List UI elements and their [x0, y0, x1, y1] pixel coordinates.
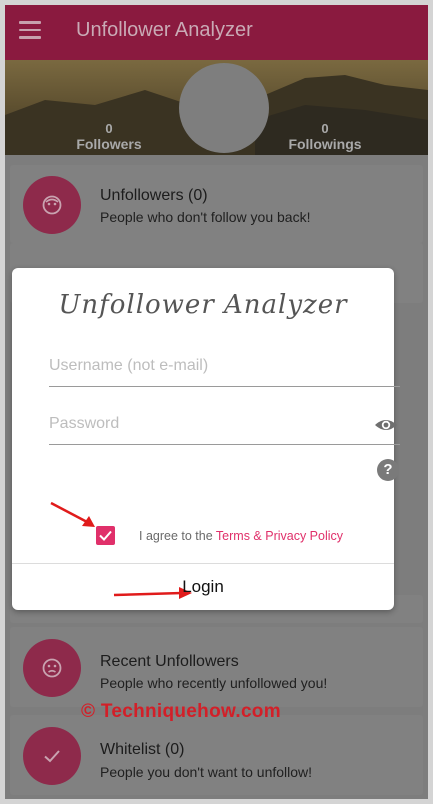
sad-face-icon [42, 658, 62, 678]
profile-banner: 0 Followers 0 Followings [5, 60, 428, 155]
followings-count: 0 [321, 121, 329, 136]
followers-stat[interactable]: 0 Followers [69, 121, 149, 152]
app-screen: Unfollower Analyzer 0 Followers 0 Follow… [5, 5, 428, 799]
face-icon-circle [23, 176, 81, 234]
agree-prefix: I agree to the [139, 529, 213, 543]
app-title: Unfollower Analyzer [76, 19, 253, 41]
card-title: Unfollowers (0) [100, 187, 208, 204]
avatar[interactable] [179, 63, 269, 153]
card-whitelist[interactable]: Whitelist (0) People you don't want to u… [10, 715, 423, 795]
login-dialog: Unfollower Analyzer ? I [12, 268, 400, 610]
followings-label: Followings [288, 136, 362, 152]
menu-icon[interactable] [19, 21, 41, 39]
check-icon [99, 530, 112, 541]
card-unfollowers[interactable]: Unfollowers (0) People who don't follow … [10, 165, 423, 243]
card-subtitle: People who don't follow you back! [100, 209, 311, 225]
eye-icon[interactable] [374, 413, 398, 442]
agree-text: I agree to the Terms & Privacy Policy [139, 529, 343, 543]
terms-link[interactable]: Terms & Privacy Policy [216, 529, 343, 543]
card-title: Recent Unfollowers [100, 653, 239, 670]
watermark: © Techniquehow.com [81, 701, 281, 722]
username-field[interactable] [49, 353, 400, 387]
face-icon [42, 195, 62, 215]
check-icon [44, 750, 60, 763]
followers-label: Followers [76, 136, 142, 152]
check-icon-circle [23, 727, 81, 785]
sad-face-icon-circle [23, 639, 81, 697]
card-recent-unfollowers[interactable]: Recent Unfollowers People who recently u… [10, 627, 423, 707]
username-input[interactable] [49, 353, 349, 375]
card-subtitle: People who recently unfollowed you! [100, 675, 328, 691]
annotation-arrow-icon [50, 501, 95, 527]
login-button[interactable]: Login [12, 564, 394, 610]
password-input[interactable] [49, 411, 349, 433]
card-title: Whitelist (0) [100, 741, 185, 758]
help-icon[interactable]: ? [377, 459, 399, 481]
agree-checkbox[interactable] [96, 526, 115, 545]
password-field[interactable] [49, 411, 400, 445]
card-subtitle: People you don't want to unfollow! [100, 764, 313, 780]
followings-stat[interactable]: 0 Followings [283, 121, 367, 152]
followers-count: 0 [105, 121, 113, 136]
dialog-title: Unfollower Analyzer [58, 290, 348, 320]
app-bar: Unfollower Analyzer [5, 5, 428, 60]
